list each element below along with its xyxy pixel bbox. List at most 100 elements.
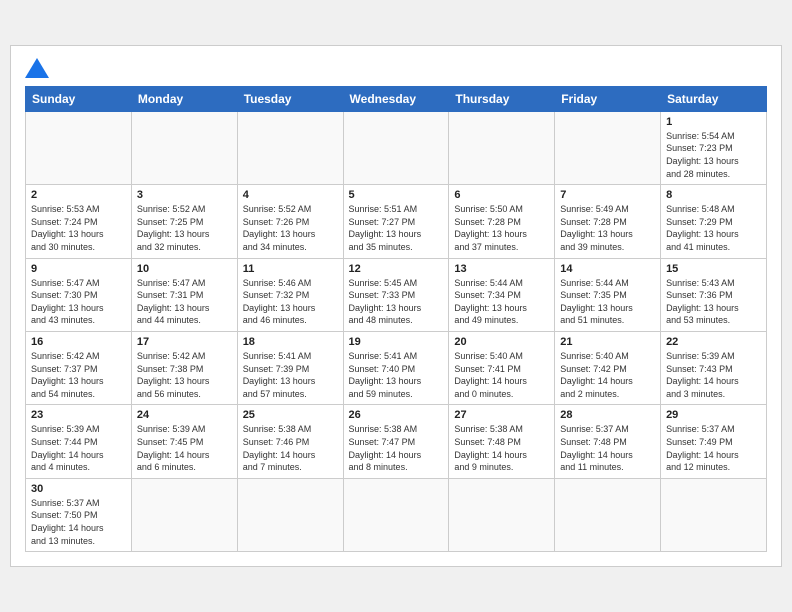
calendar-cell bbox=[343, 478, 449, 551]
day-info: Sunrise: 5:40 AM Sunset: 7:42 PM Dayligh… bbox=[560, 350, 655, 400]
calendar-cell bbox=[449, 111, 555, 184]
calendar-cell: 6Sunrise: 5:50 AM Sunset: 7:28 PM Daylig… bbox=[449, 185, 555, 258]
calendar-cell: 3 Sunrise: 5:52 AM Sunset: 7:25 PM Daylig… bbox=[131, 185, 237, 258]
day-info: Sunrise: 5:38 AM Sunset: 7:47 PM Dayligh… bbox=[349, 423, 444, 473]
day-info: Sunrise: 5:41 AM Sunset: 7:40 PM Dayligh… bbox=[349, 350, 444, 400]
week-row-6: 30Sunrise: 5:37 AM Sunset: 7:50 PM Dayli… bbox=[26, 478, 767, 551]
calendar-cell: 30Sunrise: 5:37 AM Sunset: 7:50 PM Dayli… bbox=[26, 478, 132, 551]
calendar-container: SundayMondayTuesdayWednesdayThursdayFrid… bbox=[10, 45, 782, 567]
day-info: Sunrise: 5:47 AM Sunset: 7:30 PM Dayligh… bbox=[31, 277, 126, 327]
day-number: 26 bbox=[349, 409, 444, 421]
calendar-cell: 16 Sunrise: 5:42 AM Sunset: 7:37 PM Dayli… bbox=[26, 332, 132, 405]
calendar-cell: 22 Sunrise: 5:39 AM Sunset: 7:43 PM Dayli… bbox=[661, 332, 767, 405]
day-number: 7 bbox=[560, 189, 655, 201]
logo bbox=[25, 56, 53, 78]
calendar-cell: 5Sunrise: 5:51 AM Sunset: 7:27 PM Daylig… bbox=[343, 185, 449, 258]
day-number: 3 bbox=[137, 189, 232, 201]
weekday-header-wednesday: Wednesday bbox=[343, 86, 449, 111]
day-number: 19 bbox=[349, 336, 444, 348]
calendar-cell: 12 Sunrise: 5:45 AM Sunset: 7:33 PM Dayli… bbox=[343, 258, 449, 331]
calendar-cell: 27 Sunrise: 5:38 AM Sunset: 7:48 PM Dayli… bbox=[449, 405, 555, 478]
day-number: 23 bbox=[31, 409, 126, 421]
day-number: 25 bbox=[243, 409, 338, 421]
day-number: 9 bbox=[31, 263, 126, 275]
calendar-cell: 10 Sunrise: 5:47 AM Sunset: 7:31 PM Dayli… bbox=[131, 258, 237, 331]
day-info: Sunrise: 5:44 AM Sunset: 7:34 PM Dayligh… bbox=[454, 277, 549, 327]
day-info: Sunrise: 5:52 AM Sunset: 7:26 PM Dayligh… bbox=[243, 203, 338, 253]
day-info: Sunrise: 5:47 AM Sunset: 7:31 PM Dayligh… bbox=[137, 277, 232, 327]
calendar-cell: 13 Sunrise: 5:44 AM Sunset: 7:34 PM Dayli… bbox=[449, 258, 555, 331]
week-row-1: 1 Sunrise: 5:54 AM Sunset: 7:23 PM Daylig… bbox=[26, 111, 767, 184]
calendar-cell: 9 Sunrise: 5:47 AM Sunset: 7:30 PM Daylig… bbox=[26, 258, 132, 331]
calendar-cell: 8 Sunrise: 5:48 AM Sunset: 7:29 PM Daylig… bbox=[661, 185, 767, 258]
weekday-header-friday: Friday bbox=[555, 86, 661, 111]
calendar-cell bbox=[343, 111, 449, 184]
calendar-cell: 11Sunrise: 5:46 AM Sunset: 7:32 PM Dayli… bbox=[237, 258, 343, 331]
day-number: 20 bbox=[454, 336, 549, 348]
day-info: Sunrise: 5:39 AM Sunset: 7:45 PM Dayligh… bbox=[137, 423, 232, 473]
day-info: Sunrise: 5:54 AM Sunset: 7:23 PM Dayligh… bbox=[666, 130, 761, 180]
day-info: Sunrise: 5:43 AM Sunset: 7:36 PM Dayligh… bbox=[666, 277, 761, 327]
calendar-cell: 25Sunrise: 5:38 AM Sunset: 7:46 PM Dayli… bbox=[237, 405, 343, 478]
calendar-cell: 29Sunrise: 5:37 AM Sunset: 7:49 PM Dayli… bbox=[661, 405, 767, 478]
day-info: Sunrise: 5:40 AM Sunset: 7:41 PM Dayligh… bbox=[454, 350, 549, 400]
day-number: 1 bbox=[666, 116, 761, 128]
calendar-cell: 18 Sunrise: 5:41 AM Sunset: 7:39 PM Dayli… bbox=[237, 332, 343, 405]
calendar-cell: 17 Sunrise: 5:42 AM Sunset: 7:38 PM Dayli… bbox=[131, 332, 237, 405]
weekday-header-monday: Monday bbox=[131, 86, 237, 111]
day-info: Sunrise: 5:39 AM Sunset: 7:44 PM Dayligh… bbox=[31, 423, 126, 473]
weekday-header-row: SundayMondayTuesdayWednesdayThursdayFrid… bbox=[26, 86, 767, 111]
day-info: Sunrise: 5:51 AM Sunset: 7:27 PM Dayligh… bbox=[349, 203, 444, 253]
day-info: Sunrise: 5:50 AM Sunset: 7:28 PM Dayligh… bbox=[454, 203, 549, 253]
weekday-header-saturday: Saturday bbox=[661, 86, 767, 111]
day-number: 4 bbox=[243, 189, 338, 201]
day-info: Sunrise: 5:42 AM Sunset: 7:38 PM Dayligh… bbox=[137, 350, 232, 400]
week-row-5: 23 Sunrise: 5:39 AM Sunset: 7:44 PM Dayli… bbox=[26, 405, 767, 478]
day-info: Sunrise: 5:48 AM Sunset: 7:29 PM Dayligh… bbox=[666, 203, 761, 253]
day-number: 12 bbox=[349, 263, 444, 275]
day-info: Sunrise: 5:38 AM Sunset: 7:48 PM Dayligh… bbox=[454, 423, 549, 473]
day-info: Sunrise: 5:52 AM Sunset: 7:25 PM Dayligh… bbox=[137, 203, 232, 253]
day-number: 27 bbox=[454, 409, 549, 421]
day-number: 16 bbox=[31, 336, 126, 348]
week-row-2: 2 Sunrise: 5:53 AM Sunset: 7:24 PM Daylig… bbox=[26, 185, 767, 258]
day-info: Sunrise: 5:49 AM Sunset: 7:28 PM Dayligh… bbox=[560, 203, 655, 253]
day-number: 13 bbox=[454, 263, 549, 275]
calendar-cell bbox=[555, 111, 661, 184]
day-info: Sunrise: 5:37 AM Sunset: 7:49 PM Dayligh… bbox=[666, 423, 761, 473]
calendar-cell: 23 Sunrise: 5:39 AM Sunset: 7:44 PM Dayli… bbox=[26, 405, 132, 478]
calendar-cell: 21 Sunrise: 5:40 AM Sunset: 7:42 PM Dayli… bbox=[555, 332, 661, 405]
calendar-cell bbox=[237, 111, 343, 184]
week-row-3: 9 Sunrise: 5:47 AM Sunset: 7:30 PM Daylig… bbox=[26, 258, 767, 331]
day-number: 22 bbox=[666, 336, 761, 348]
day-number: 10 bbox=[137, 263, 232, 275]
day-number: 30 bbox=[31, 483, 126, 495]
calendar-cell: 1 Sunrise: 5:54 AM Sunset: 7:23 PM Daylig… bbox=[661, 111, 767, 184]
day-number: 2 bbox=[31, 189, 126, 201]
day-info: Sunrise: 5:37 AM Sunset: 7:48 PM Dayligh… bbox=[560, 423, 655, 473]
weekday-header-tuesday: Tuesday bbox=[237, 86, 343, 111]
calendar-cell bbox=[449, 478, 555, 551]
day-number: 21 bbox=[560, 336, 655, 348]
calendar-cell bbox=[131, 111, 237, 184]
calendar-cell: 14Sunrise: 5:44 AM Sunset: 7:35 PM Dayli… bbox=[555, 258, 661, 331]
calendar-cell: 24 Sunrise: 5:39 AM Sunset: 7:45 PM Dayli… bbox=[131, 405, 237, 478]
calendar-cell bbox=[131, 478, 237, 551]
day-number: 15 bbox=[666, 263, 761, 275]
day-number: 18 bbox=[243, 336, 338, 348]
calendar-cell: 7 Sunrise: 5:49 AM Sunset: 7:28 PM Daylig… bbox=[555, 185, 661, 258]
day-number: 17 bbox=[137, 336, 232, 348]
calendar-cell bbox=[555, 478, 661, 551]
day-info: Sunrise: 5:45 AM Sunset: 7:33 PM Dayligh… bbox=[349, 277, 444, 327]
logo-triangle-icon bbox=[25, 58, 49, 78]
day-info: Sunrise: 5:39 AM Sunset: 7:43 PM Dayligh… bbox=[666, 350, 761, 400]
logo-icon bbox=[25, 56, 49, 78]
day-info: Sunrise: 5:42 AM Sunset: 7:37 PM Dayligh… bbox=[31, 350, 126, 400]
day-number: 24 bbox=[137, 409, 232, 421]
week-row-4: 16 Sunrise: 5:42 AM Sunset: 7:37 PM Dayli… bbox=[26, 332, 767, 405]
calendar-cell bbox=[237, 478, 343, 551]
day-number: 8 bbox=[666, 189, 761, 201]
day-info: Sunrise: 5:41 AM Sunset: 7:39 PM Dayligh… bbox=[243, 350, 338, 400]
day-info: Sunrise: 5:53 AM Sunset: 7:24 PM Dayligh… bbox=[31, 203, 126, 253]
calendar-table: SundayMondayTuesdayWednesdayThursdayFrid… bbox=[25, 86, 767, 552]
